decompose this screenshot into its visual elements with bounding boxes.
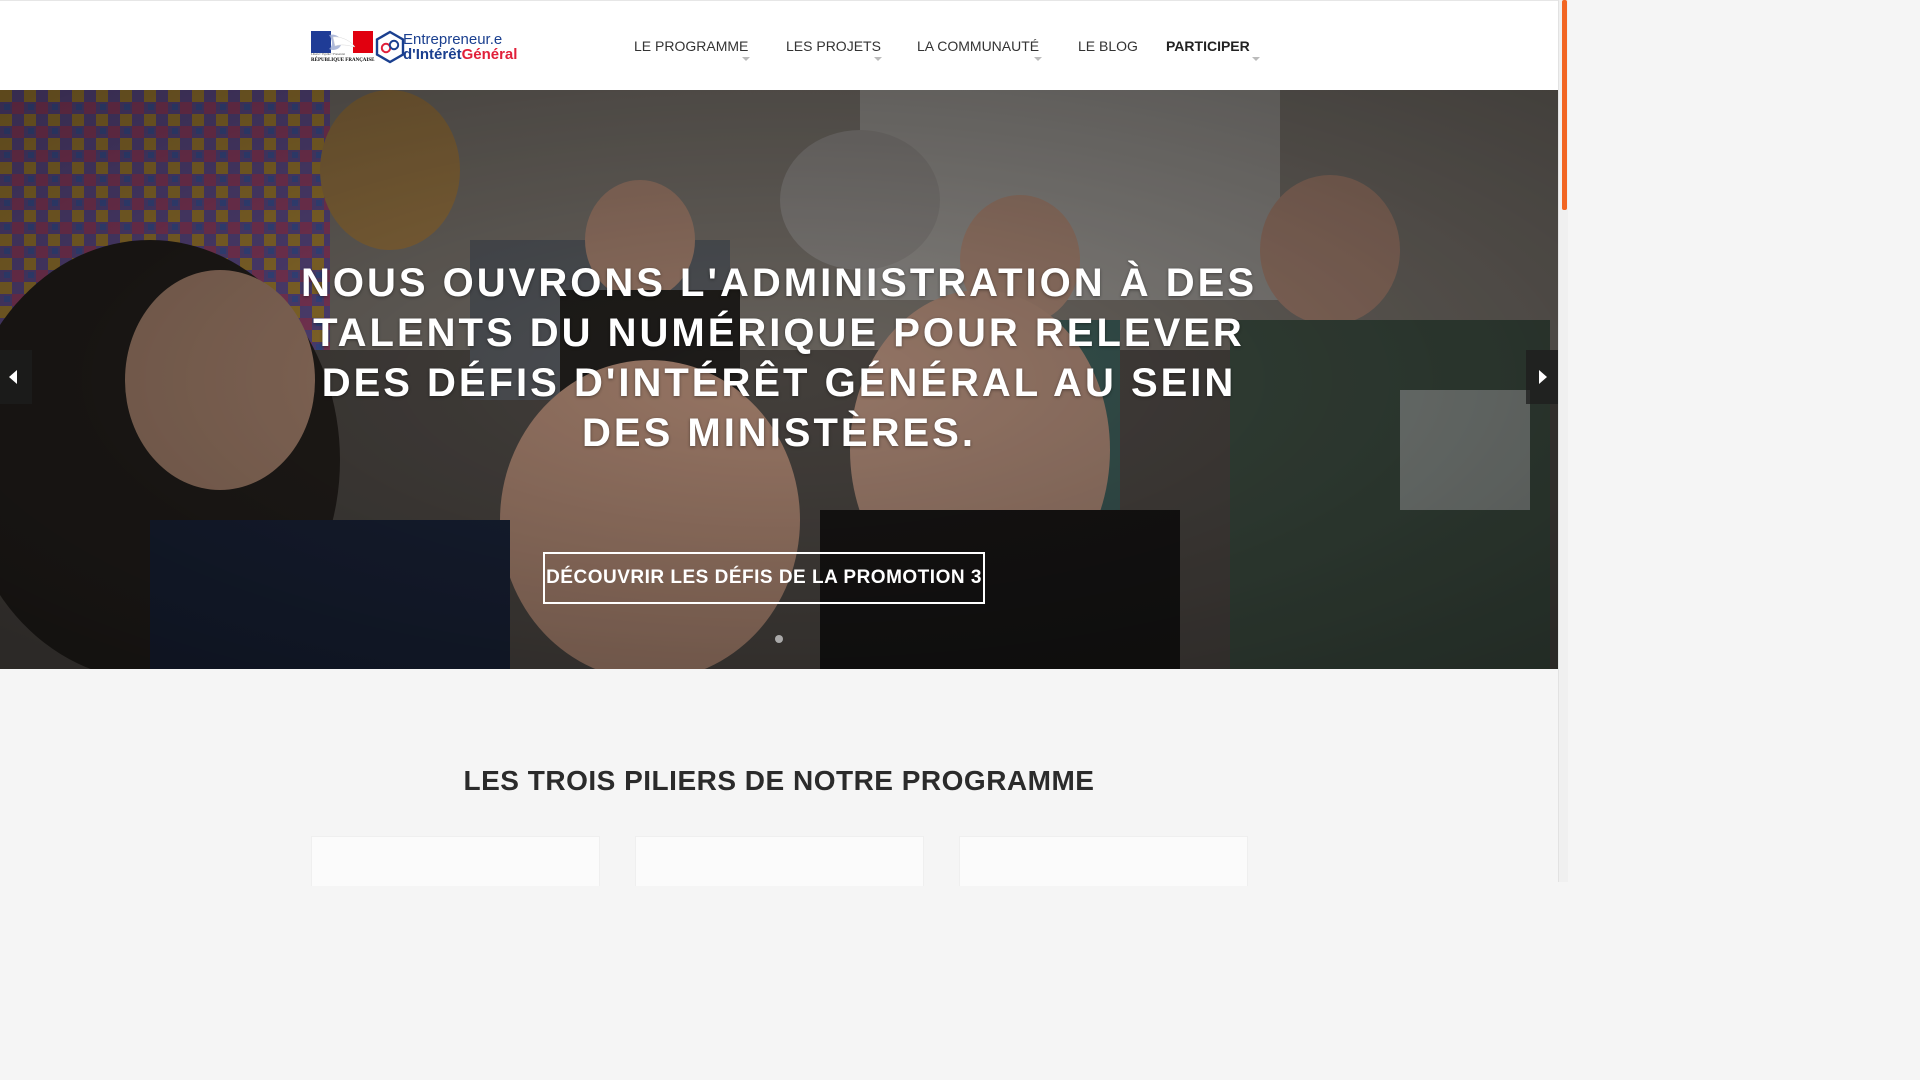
pillars-section-title: LES TROIS PILIERS DE NOTRE PROGRAMME [463, 765, 1095, 796]
scrollbar-thumb[interactable] [1562, 0, 1567, 210]
arrow-left-icon [9, 370, 17, 384]
republique-francaise-logo: Liberté • Égalité • Fraternité RÉPUBLIQU… [311, 31, 375, 65]
nav-le-blog[interactable]: LE BLOG [1078, 38, 1138, 54]
nav-la-communaute[interactable]: LA COMMUNAUTÉ [917, 38, 1039, 54]
hero-title: NOUS OUVRONS L'ADMINISTRATION À DES TALE… [300, 261, 1257, 455]
nav-le-programme[interactable]: LE PROGRAMME [634, 38, 748, 54]
chevron-down-icon[interactable] [1034, 57, 1042, 61]
page-scrollbar[interactable] [1558, 0, 1568, 882]
site-header: Liberté • Égalité • Fraternité RÉPUBLIQU… [0, 0, 1558, 90]
logo-line-2a: d'Intérêt [403, 46, 462, 63]
pillar-card[interactable] [959, 836, 1248, 886]
marianne-emblem-icon [311, 31, 373, 53]
pillar-card[interactable] [311, 836, 600, 886]
chevron-down-icon[interactable] [1252, 57, 1260, 61]
nav-les-projets[interactable]: LES PROJETS [786, 38, 881, 54]
rf-name: RÉPUBLIQUE FRANÇAISE [311, 58, 375, 63]
hero-slider: NOUS OUVRONS L'ADMINISTRATION À DES TALE… [0, 90, 1558, 669]
slider-dot[interactable] [775, 635, 783, 643]
pillar-card[interactable] [635, 836, 924, 886]
rf-motto: Liberté • Égalité • Fraternité [311, 52, 345, 56]
logo-wordmark: Entrepreneur.e d'IntérêtGénéral [403, 32, 517, 62]
slider-next-button[interactable] [1526, 350, 1558, 404]
logo-line-2: d'IntérêtGénéral [403, 47, 517, 62]
chevron-down-icon[interactable] [874, 57, 882, 61]
eig-hexagon-icon [375, 30, 405, 64]
chevron-down-icon[interactable] [742, 57, 750, 61]
logo-line-2b: Général [461, 46, 518, 63]
discover-challenges-button[interactable]: DÉCOUVRIR LES DÉFIS DE LA PROMOTION 3 [543, 552, 985, 604]
site-logo[interactable]: Liberté • Égalité • Fraternité RÉPUBLIQU… [311, 29, 523, 65]
arrow-right-icon [1539, 370, 1547, 384]
logo-line-1: Entrepreneur.e [403, 31, 503, 48]
nav-participer[interactable]: PARTICIPER [1166, 38, 1250, 54]
slider-prev-button[interactable] [0, 350, 32, 404]
